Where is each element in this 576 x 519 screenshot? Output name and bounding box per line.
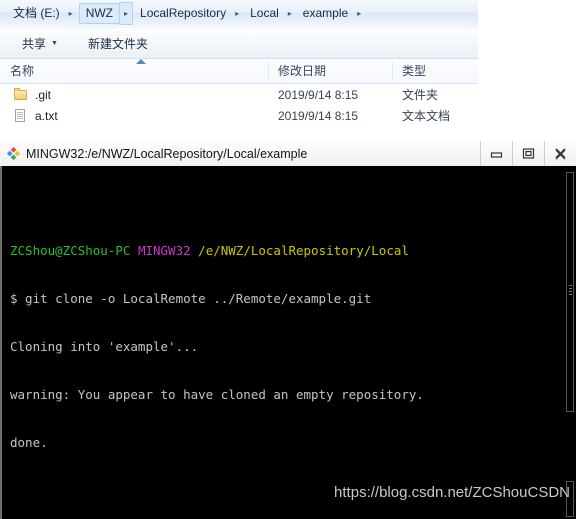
terminal-body[interactable]: ZCShou@ZCShou-PC MINGW32 /e/NWZ/LocalRep… xyxy=(0,166,576,519)
mingw-terminal-window: MINGW32:/e/NWZ/LocalRepository/Local/exa… xyxy=(0,141,576,519)
breadcrumb-item-example[interactable]: example xyxy=(298,3,353,24)
file-name-cell[interactable]: .git xyxy=(14,88,51,102)
address-bar[interactable]: 文档 (E:) ▸ NWZ ▸ LocalRepository ▸ Local … xyxy=(0,0,478,28)
file-name-label: .git xyxy=(35,87,52,102)
prompt-user: ZCShou@ZCShou-PC xyxy=(10,243,131,258)
watermark-text: https://blog.csdn.net/ZCShouCSDN xyxy=(334,484,570,501)
window-controls xyxy=(480,141,576,166)
file-list: .git 2019/9/14 8:15 文件夹 a.txt 2019/9/14 … xyxy=(0,84,478,148)
breadcrumb-item-localrepository[interactable]: LocalRepository xyxy=(135,3,231,24)
explorer-toolbar: 共享 ▼ 新建文件夹 xyxy=(0,29,478,59)
prompt-host: MINGW32 xyxy=(137,243,191,258)
breadcrumb-item-nwz[interactable]: NWZ xyxy=(78,2,121,24)
command-line: $ git clone -o LocalRemote ../Remote/exa… xyxy=(10,291,372,306)
output-line: done. xyxy=(10,435,48,450)
terminal-title-bar[interactable]: MINGW32:/e/NWZ/LocalRepository/Local/exa… xyxy=(0,141,576,167)
share-label: 共享 xyxy=(22,37,47,51)
folder-icon xyxy=(14,88,28,101)
prompt-path: /e/NWZ/LocalRepository/Local xyxy=(198,243,409,258)
scrollbar-grip xyxy=(569,285,572,297)
file-name-cell[interactable]: a.txt xyxy=(14,109,58,123)
chevron-right-icon[interactable]: ▸ xyxy=(353,5,365,22)
file-date-cell: 2019/9/14 8:15 xyxy=(278,108,359,123)
breadcrumb-item-drive[interactable]: 文档 (E:) xyxy=(8,3,65,24)
column-header-row: 名称 修改日期 类型 xyxy=(0,59,478,84)
terminal-title-text: MINGW32:/e/NWZ/LocalRepository/Local/exa… xyxy=(26,146,308,161)
new-folder-label: 新建文件夹 xyxy=(87,37,148,51)
output-line: warning: You appear to have cloned an em… xyxy=(10,387,424,402)
close-button[interactable] xyxy=(544,141,576,166)
file-type-cell: 文本文档 xyxy=(402,109,451,123)
share-button[interactable]: 共享 ▼ xyxy=(22,35,58,52)
prompt-line: ZCShou@ZCShou-PC MINGW32 /e/NWZ/LocalRep… xyxy=(10,243,566,259)
column-header-type[interactable]: 类型 xyxy=(392,59,478,83)
file-name-label: a.txt xyxy=(35,108,58,123)
terminal-output: ZCShou@ZCShou-PC MINGW32 /e/NWZ/LocalRep… xyxy=(10,179,566,519)
restore-button[interactable] xyxy=(512,141,544,166)
chevron-right-icon[interactable]: ▸ xyxy=(65,5,77,22)
chevron-right-icon[interactable]: ▸ xyxy=(119,1,134,25)
file-type-cell: 文件夹 xyxy=(402,88,439,102)
chevron-down-icon[interactable]: ▼ xyxy=(51,40,58,47)
git-bash-icon xyxy=(6,146,21,161)
output-line: Cloning into 'example'... xyxy=(10,339,199,354)
file-date-cell: 2019/9/14 8:15 xyxy=(278,87,359,102)
file-explorer-window: 文档 (E:) ▸ NWZ ▸ LocalRepository ▸ Local … xyxy=(0,0,478,148)
table-row[interactable]: .git 2019/9/14 8:15 文件夹 xyxy=(0,84,478,105)
breadcrumb-item-local[interactable]: Local xyxy=(245,3,284,24)
minimize-button[interactable] xyxy=(480,141,512,166)
text-file-icon xyxy=(14,109,28,122)
column-header-name[interactable]: 名称 xyxy=(0,59,268,83)
chevron-right-icon[interactable]: ▸ xyxy=(284,5,296,22)
terminal-scrollbar-thumb[interactable] xyxy=(566,172,574,412)
new-folder-button[interactable]: 新建文件夹 xyxy=(88,35,148,52)
column-header-date[interactable]: 修改日期 xyxy=(268,59,392,83)
table-row[interactable]: a.txt 2019/9/14 8:15 文本文档 xyxy=(0,105,478,126)
chevron-right-icon[interactable]: ▸ xyxy=(231,5,243,22)
